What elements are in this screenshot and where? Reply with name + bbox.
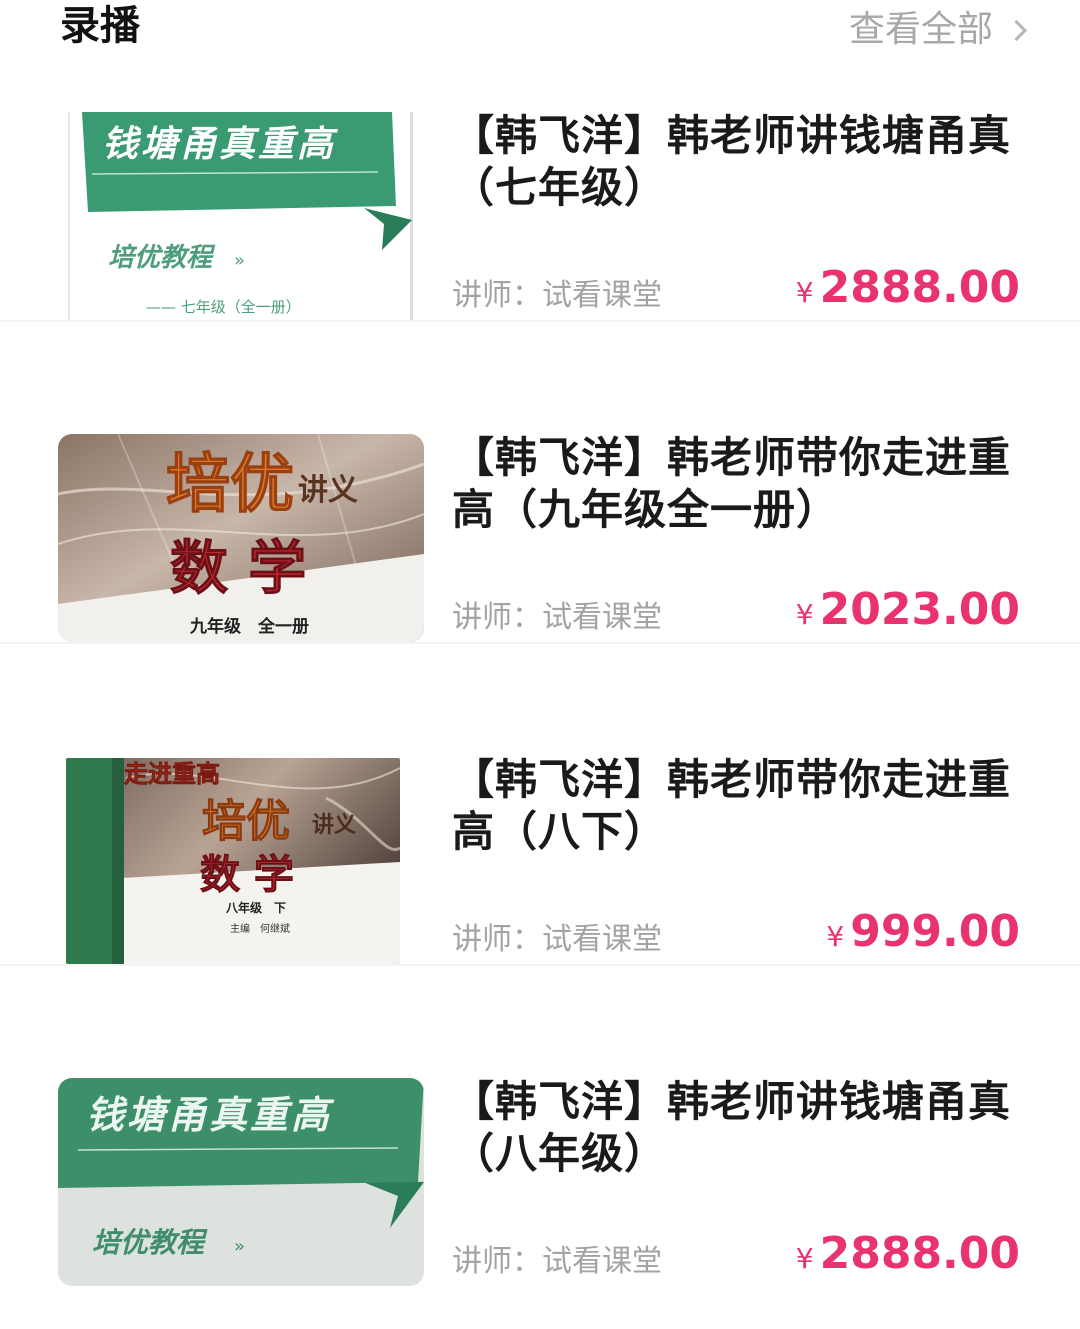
cover-top-text: 走进重高 xyxy=(124,760,220,788)
course-card[interactable]: 钱塘甬真重高 培优教程 » —— 七年级（全一册） 【韩飞洋】韩老师讲钱塘甬真 … xyxy=(0,0,1080,322)
price-value: 2023.00 xyxy=(819,584,1020,635)
course-price: ¥ 2888.00 xyxy=(796,1228,1020,1280)
cover-grade: 八年级 下 xyxy=(225,900,286,915)
course-cover-image: 走进重高 培优 讲义 数 学 八年级 下 主编 何继斌 xyxy=(66,758,400,964)
course-title-line1: 【韩飞洋】韩老师带你走进重 xyxy=(452,433,1012,482)
course-lecturer: 讲师：试看课堂 xyxy=(452,278,662,313)
cover-grade: —— 七年级（全一册） xyxy=(146,298,301,316)
course-title-line2: （七年级） xyxy=(452,163,668,212)
course-title-line1: 【韩飞洋】韩老师讲钱塘甬真 xyxy=(452,1077,1012,1126)
price-value: 999.00 xyxy=(850,906,1020,957)
course-title-line2: （八年级） xyxy=(452,1129,668,1178)
course-title-line1: 【韩飞洋】韩老师带你走进重 xyxy=(452,755,1012,804)
cover-editor: 主编 何继斌 xyxy=(230,922,290,935)
course-lecturer: 讲师：试看课堂 xyxy=(452,1244,662,1279)
course-cover: 钱塘甬真重高 培优教程 » —— 七年级（全一册） xyxy=(66,112,416,320)
course-card[interactable]: 走进重高 培优 讲义 数 学 八年级 下 主编 何继斌 【韩飞洋】韩老师带你走进… xyxy=(0,644,1080,966)
course-title-line1: 【韩飞洋】韩老师讲钱塘甬真 xyxy=(452,111,1012,160)
price-value: 2888.00 xyxy=(819,262,1020,313)
cover-subtitle: 培优教程 xyxy=(108,243,216,273)
currency-symbol: ¥ xyxy=(795,598,814,631)
course-lecturer: 讲师：试看课堂 xyxy=(452,600,662,635)
cover-subject: 数 学 xyxy=(200,852,294,898)
price-value: 2888.00 xyxy=(819,1228,1020,1279)
course-card[interactable]: 培优 讲义 数 学 九年级 全一册 【韩飞洋】韩老师带你走进重 高（九年级全一册… xyxy=(0,322,1080,644)
course-title-line2: 高（八下） xyxy=(452,807,668,856)
cover-big-text: 培优 xyxy=(202,796,290,847)
course-price: ¥ 999.00 xyxy=(826,906,1020,958)
course-lecturer: 讲师：试看课堂 xyxy=(452,922,662,957)
course-cover: 钱塘甬真重高 培优教程 » xyxy=(58,1078,424,1286)
course-cover: 培优 讲义 数 学 九年级 全一册 xyxy=(58,434,424,642)
cover-banner-text: 钱塘甬真重高 xyxy=(86,1093,335,1137)
course-cover-image: 培优 讲义 数 学 九年级 全一册 xyxy=(58,434,424,642)
cover-grade: 九年级 全一册 xyxy=(189,616,309,637)
course-info: 【韩飞洋】韩老师讲钱塘甬真 （八年级） xyxy=(452,1076,1024,1180)
cover-subtitle-mark: » xyxy=(234,250,245,271)
course-cover-image: 钱塘甬真重高 培优教程 » xyxy=(58,1078,424,1286)
cover-big-text: 培优 xyxy=(166,448,294,522)
course-cover-image: 钱塘甬真重高 培优教程 » —— 七年级（全一册） xyxy=(66,112,416,320)
currency-symbol: ¥ xyxy=(795,276,814,309)
course-cover: 走进重高 培优 讲义 数 学 八年级 下 主编 何继斌 xyxy=(66,758,400,964)
course-info: 【韩飞洋】韩老师讲钱塘甬真 （七年级） xyxy=(452,110,1024,214)
cover-banner-text: 钱塘甬真重高 xyxy=(102,124,339,165)
course-info: 【韩飞洋】韩老师带你走进重 高（八下） xyxy=(452,754,1024,858)
cover-subtitle: 培优教程 xyxy=(92,1226,208,1259)
cover-subject: 数 学 xyxy=(170,534,306,602)
course-price: ¥ 2023.00 xyxy=(796,584,1020,636)
currency-symbol: ¥ xyxy=(795,1242,814,1275)
course-title-line2: 高（九年级全一册） xyxy=(452,485,840,534)
course-card[interactable]: 钱塘甬真重高 培优教程 » 【韩飞洋】韩老师讲钱塘甬真 （八年级） 讲师：试看课… xyxy=(0,966,1080,1288)
cover-subtitle-mark: » xyxy=(234,1236,245,1257)
cover-small-text: 讲义 xyxy=(312,813,356,838)
cover-small-text: 讲义 xyxy=(298,473,358,508)
course-info: 【韩飞洋】韩老师带你走进重 高（九年级全一册） xyxy=(452,432,1024,536)
course-price: ¥ 2888.00 xyxy=(796,262,1020,314)
currency-symbol: ¥ xyxy=(826,920,845,953)
